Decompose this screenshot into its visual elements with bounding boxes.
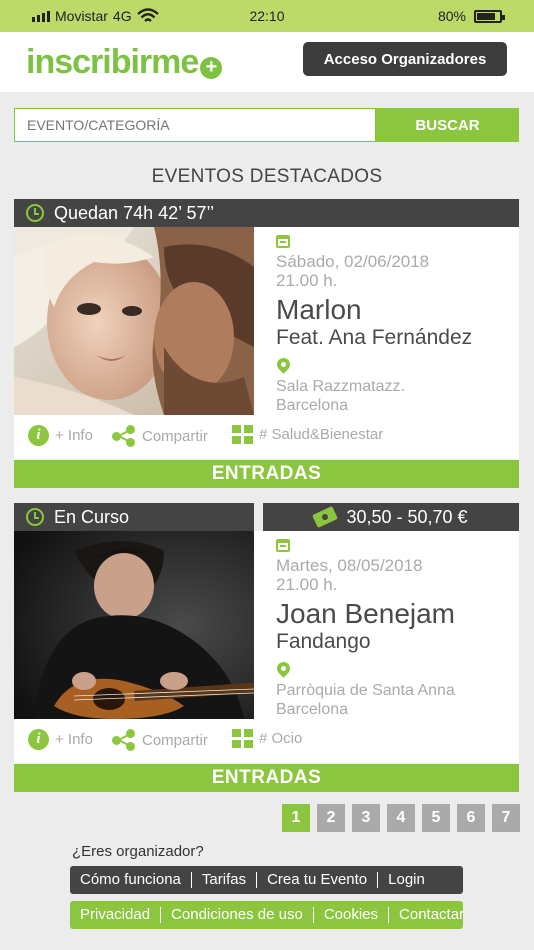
battery-icon <box>474 9 505 23</box>
more-info-link[interactable]: i + Info <box>28 729 93 750</box>
category-link[interactable]: # Ocio <box>232 729 302 748</box>
share-link[interactable]: Compartir <box>112 729 208 751</box>
event-city: Barcelona <box>276 397 349 414</box>
calendar-icon <box>276 539 290 552</box>
event-date: Martes, 08/05/2018 <box>276 556 423 575</box>
terms-link[interactable]: Condiciones de uso <box>161 907 314 923</box>
event-time: 21.00 h. <box>276 575 338 594</box>
share-label: Compartir <box>142 427 208 445</box>
info-icon: i <box>28 729 49 750</box>
battery-percent: 80% <box>437 8 466 24</box>
status-bar: Movistar 4G 22:10 80% <box>0 0 534 32</box>
footer-nav: Cómo funciona Tarifas Crea tu Evento Log… <box>70 866 463 894</box>
event-subtitle: Feat. Ana Fernández <box>276 326 473 349</box>
search-button[interactable]: BUSCAR <box>376 108 519 142</box>
calendar-icon <box>276 235 290 248</box>
how-it-works-link[interactable]: Cómo funciona <box>70 872 192 888</box>
page-button-1[interactable]: 1 <box>282 804 310 832</box>
event-status-bar: Quedan 74h 42’ 57’’ <box>14 199 519 227</box>
category-label: # Ocio <box>259 730 303 747</box>
pricing-link[interactable]: Tarifas <box>192 872 258 888</box>
clock-icon <box>26 204 44 222</box>
more-info-label: + Info <box>55 731 93 748</box>
tickets-button[interactable]: ENTRADAS <box>14 460 519 488</box>
share-label: Compartir <box>142 731 208 749</box>
create-event-link[interactable]: Crea tu Evento <box>257 872 379 888</box>
event-venue: Parròquia de Santa Anna <box>276 682 455 699</box>
battery-group: 80% <box>437 8 505 24</box>
logo[interactable]: inscribirme + <box>26 43 223 82</box>
page-button-6[interactable]: 6 <box>457 804 485 832</box>
category-grid-icon <box>232 425 253 444</box>
category-grid-icon <box>232 729 253 748</box>
event-time: 21.00 h. <box>276 271 338 290</box>
search-input[interactable] <box>14 108 376 142</box>
share-link[interactable]: Compartir <box>112 425 208 447</box>
event-actions: i + Info Compartir # Salud&Bienestar <box>14 423 519 451</box>
event-photo[interactable] <box>14 531 254 719</box>
organizers-access-button[interactable]: Acceso Organizadores <box>303 42 507 76</box>
category-label: # Salud&Bienestar <box>259 426 384 443</box>
event-card: En Curso 30,50 - 50,70 € Martes, 08/05/2… <box>14 503 519 792</box>
more-info-link[interactable]: i + Info <box>28 425 93 446</box>
more-info-label: + Info <box>55 427 93 444</box>
event-info: Martes, 08/05/2018 21.00 h. Joan Benejam… <box>274 539 516 719</box>
event-city: Barcelona <box>276 701 349 718</box>
event-status-bar: En Curso <box>14 503 254 531</box>
page-button-2[interactable]: 2 <box>317 804 345 832</box>
login-link[interactable]: Login <box>378 872 435 888</box>
event-venue: Sala Razzmatazz. <box>276 378 405 395</box>
privacy-link[interactable]: Privacidad <box>70 907 162 923</box>
share-icon <box>112 729 136 751</box>
event-date: Sábado, 02/06/2018 <box>276 252 430 271</box>
app-header: inscribirme + Acceso Organizadores <box>0 32 534 92</box>
logo-text: inscribirme <box>26 43 199 81</box>
clock-icon <box>26 508 44 526</box>
organizer-question: ¿Eres organizador? <box>72 843 204 860</box>
event-photo[interactable] <box>14 227 254 415</box>
event-artist[interactable]: Joan Benejam <box>276 598 516 630</box>
category-link[interactable]: # Salud&Bienestar <box>232 425 383 444</box>
info-icon: i <box>28 425 49 446</box>
page-button-7[interactable]: 7 <box>492 804 520 832</box>
share-icon <box>112 425 136 447</box>
cookies-link[interactable]: Cookies <box>314 907 390 923</box>
pagination: 1 2 3 4 5 6 7 <box>282 804 520 832</box>
logo-plus-icon: + <box>200 56 223 79</box>
footer-legal: Privacidad Condiciones de uso Cookies Co… <box>70 901 464 929</box>
event-actions: i + Info Compartir # Ocio <box>14 727 519 755</box>
event-status: Quedan 74h 42’ 57’’ <box>54 202 215 223</box>
page-button-3[interactable]: 3 <box>352 804 380 832</box>
event-info: Sábado, 02/06/2018 21.00 h. Marlon Feat.… <box>274 235 516 415</box>
event-price: 30,50 - 50,70 € <box>346 506 468 527</box>
price-bar: 30,50 - 50,70 € <box>263 503 519 531</box>
location-pin-icon <box>274 355 293 374</box>
event-subtitle: Fandango <box>276 630 371 653</box>
section-title: EVENTOS DESTACADOS <box>151 166 383 187</box>
event-artist[interactable]: Marlon <box>276 294 516 326</box>
page-button-5[interactable]: 5 <box>422 804 450 832</box>
ticket-icon <box>312 506 339 528</box>
tickets-button[interactable]: ENTRADAS <box>14 764 519 792</box>
page-button-4[interactable]: 4 <box>387 804 415 832</box>
event-status: En Curso <box>54 506 130 527</box>
event-card: Quedan 74h 42’ 57’’ Sábado, 02/06/2018 2… <box>14 199 519 488</box>
contact-link[interactable]: Contactar <box>389 907 474 923</box>
location-pin-icon <box>274 659 293 678</box>
